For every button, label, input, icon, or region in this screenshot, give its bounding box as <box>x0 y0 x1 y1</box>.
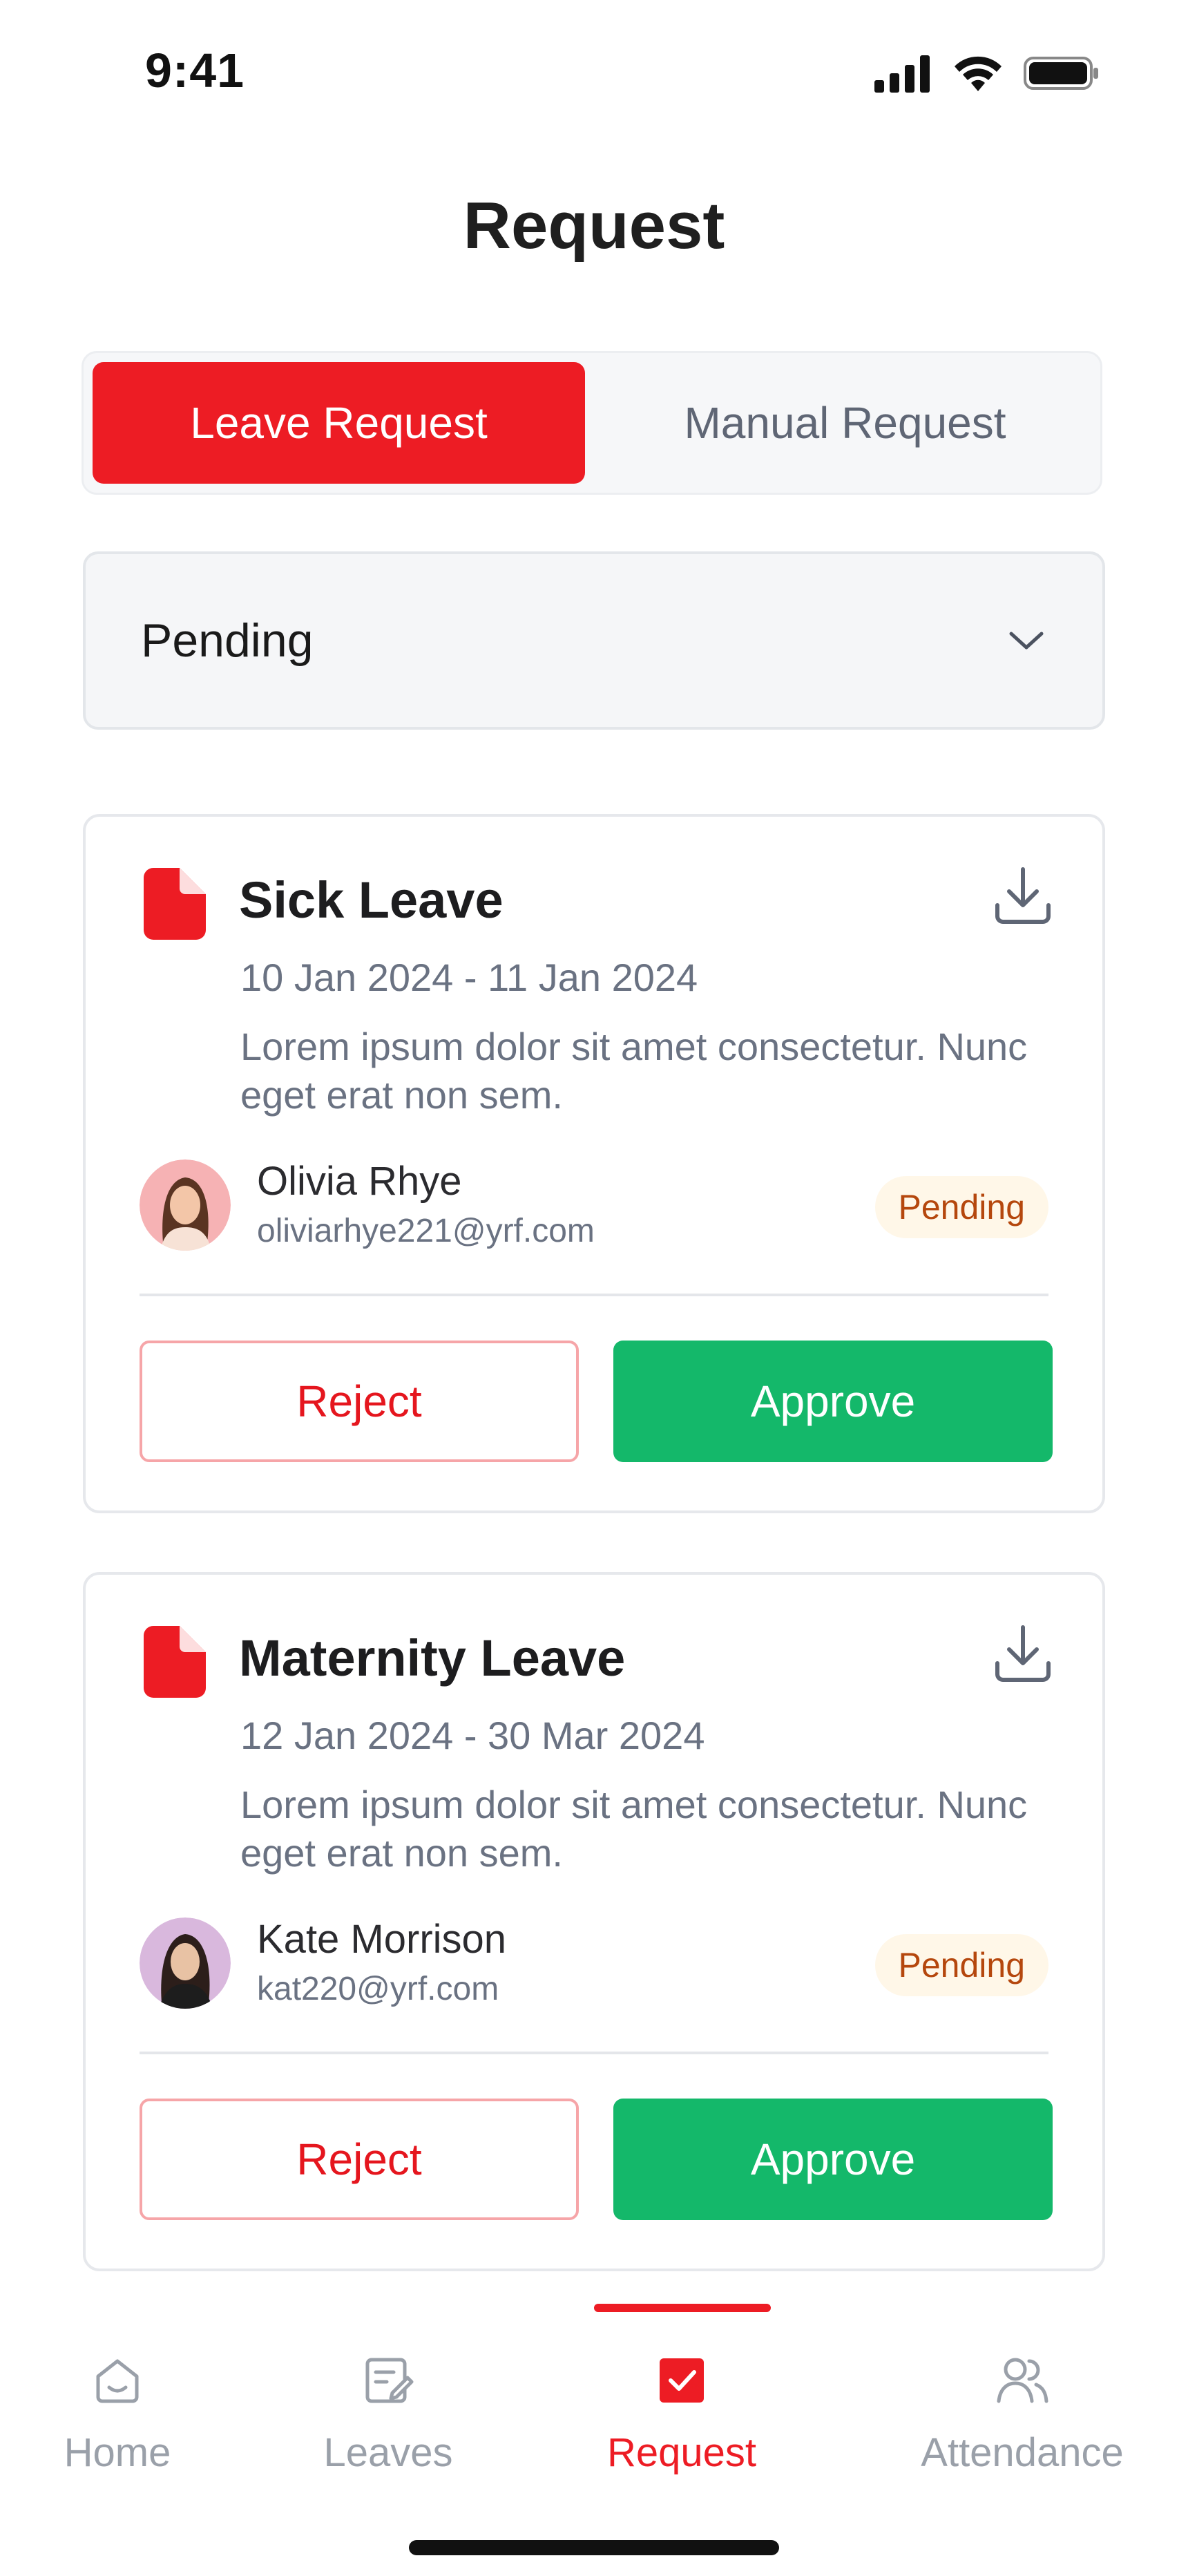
status-badge: Pending <box>874 1176 1048 1238</box>
approve-button[interactable]: Approve <box>613 2099 1053 2220</box>
chevron-down-icon <box>1009 632 1044 650</box>
battery-icon <box>1024 57 1098 90</box>
page-title: Request <box>463 189 725 263</box>
nav-item-leaves[interactable]: Leaves <box>319 2342 457 2476</box>
document-icon <box>144 868 206 940</box>
leave-dates: 10 Jan 2024 - 11 Jan 2024 <box>240 956 698 999</box>
reject-button[interactable]: Reject <box>140 1341 579 1462</box>
status-filter-value: Pending <box>141 614 314 667</box>
nav-label-home: Home <box>64 2430 171 2475</box>
leave-dates: 12 Jan 2024 - 30 Mar 2024 <box>240 1714 705 1757</box>
leave-description: Lorem ipsum dolor sit amet consectetur. … <box>240 1025 1028 1117</box>
nav-item-request[interactable]: Request <box>602 2342 761 2476</box>
user-name: Olivia Rhye <box>257 1159 462 1204</box>
request-check-icon <box>660 2358 704 2403</box>
active-tab-indicator <box>594 2304 771 2312</box>
home-indicator <box>409 2540 779 2555</box>
tab-manual-request[interactable]: Manual Request <box>599 362 1091 484</box>
request-type-tabs: Leave Request Manual Request <box>82 351 1102 495</box>
status-icons <box>874 54 1100 93</box>
leave-type: Sick Leave <box>239 871 504 929</box>
user-email: kat220@yrf.com <box>257 1971 499 2007</box>
nav-label-attendance: Attendance <box>921 2430 1124 2475</box>
attendance-users-icon <box>997 2358 1048 2403</box>
status-badge: Pending <box>874 1934 1048 1996</box>
tab-leave-request[interactable]: Leave Request <box>93 362 585 484</box>
nav-label-leaves: Leaves <box>323 2430 453 2475</box>
bottom-nav: Home Leaves Request Attendance <box>0 2342 1188 2494</box>
leave-type: Maternity Leave <box>239 1629 626 1687</box>
leave-description: Lorem ipsum dolor sit amet consectetur. … <box>240 1783 1028 1875</box>
divider <box>140 1294 1048 1296</box>
nav-item-attendance[interactable]: Attendance <box>905 2342 1140 2476</box>
avatar <box>140 1159 231 1251</box>
avatar <box>140 1917 231 2009</box>
user-name: Kate Morrison <box>257 1917 507 1962</box>
status-bar: 9:41 <box>0 0 1188 152</box>
download-icon[interactable] <box>992 1622 1054 1684</box>
approve-button[interactable]: Approve <box>613 1341 1053 1462</box>
nav-label-request: Request <box>606 2430 757 2475</box>
nav-item-home[interactable]: Home <box>55 2342 180 2476</box>
document-icon <box>144 1626 206 1698</box>
status-time: 9:41 <box>145 44 245 97</box>
leave-request-card: Sick Leave 10 Jan 2024 - 11 Jan 2024 Lor… <box>83 814 1105 1513</box>
wifi-icon <box>955 56 1002 91</box>
user-email: oliviarhye221@yrf.com <box>257 1213 595 1249</box>
download-icon[interactable] <box>992 864 1054 926</box>
status-filter-dropdown[interactable]: Pending <box>83 551 1105 730</box>
leave-request-card: Maternity Leave 12 Jan 2024 - 30 Mar 202… <box>83 1572 1105 2271</box>
leaves-icon <box>365 2358 414 2403</box>
signal-icon <box>874 55 930 93</box>
divider <box>140 2052 1048 2054</box>
reject-button[interactable]: Reject <box>140 2099 579 2220</box>
home-icon <box>96 2359 139 2403</box>
